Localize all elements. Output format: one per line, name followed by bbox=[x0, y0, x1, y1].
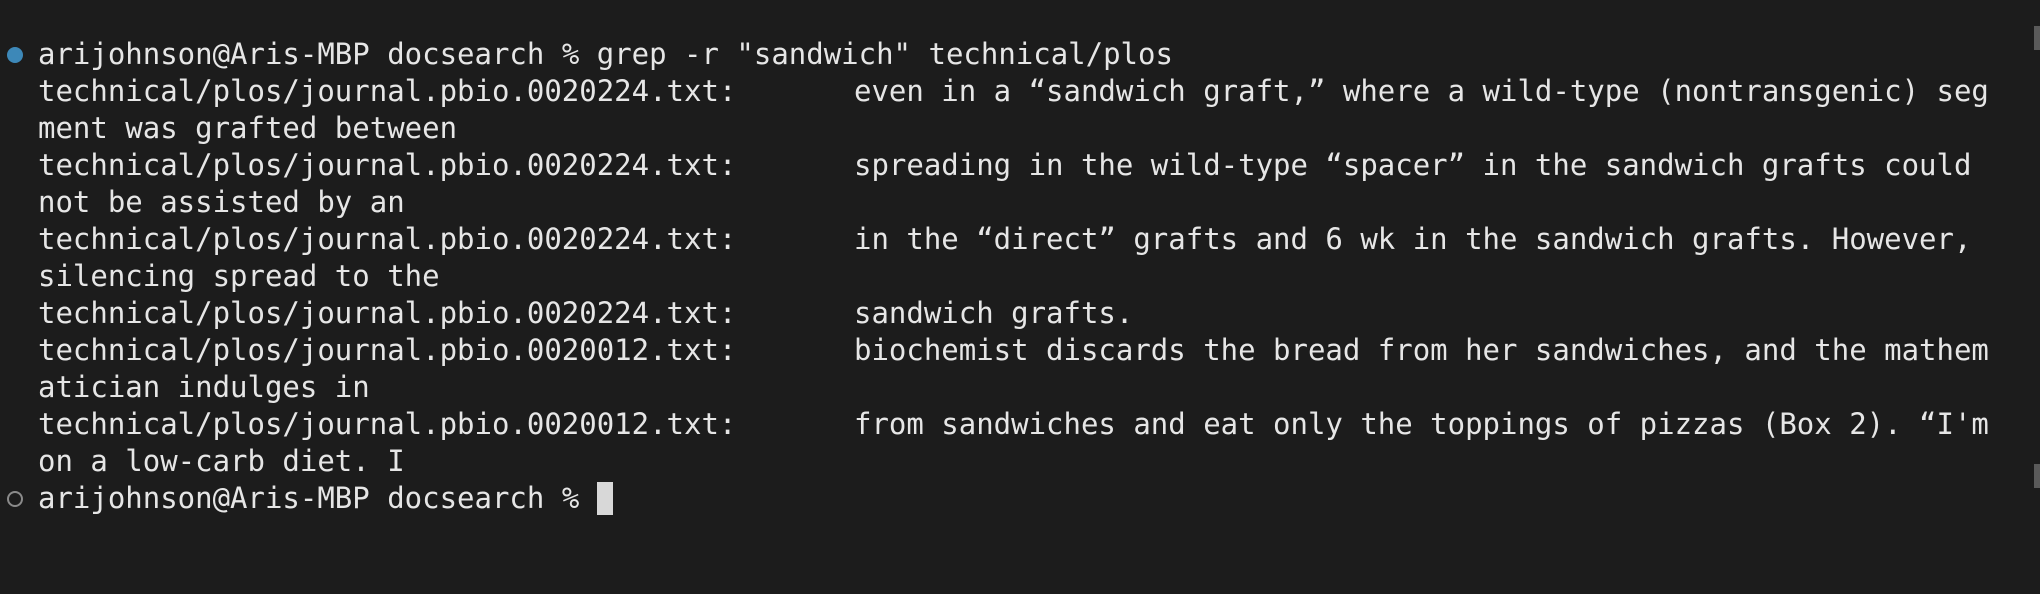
result-line: technical/plos/journal.pbio.0020224.txt:… bbox=[0, 221, 2040, 295]
prompt-symbol: % bbox=[561, 37, 580, 71]
result-line: technical/plos/journal.pbio.0020224.txt:… bbox=[0, 73, 2040, 147]
result-match: in the “direct” grafts and 6 wk in the s… bbox=[38, 222, 1989, 293]
result-match: from sandwiches and eat only the topping… bbox=[38, 407, 2007, 478]
result-match: even in a “sandwich graft,” where a wild… bbox=[38, 74, 1989, 145]
result-match: spreading in the wild-type “spacer” in t… bbox=[38, 148, 1989, 219]
result-line: technical/plos/journal.pbio.0020224.txt:… bbox=[0, 147, 2040, 221]
result-line: technical/plos/journal.pbio.0020012.txt:… bbox=[0, 406, 2040, 480]
result-match: biochemist discards the bread from her s… bbox=[38, 333, 1989, 404]
prompt-symbol: % bbox=[561, 481, 580, 515]
terminal-window[interactable]: arijohnson@Aris-MBP docsearch % grep -r … bbox=[0, 0, 2040, 594]
pending-command-marker-icon bbox=[7, 491, 23, 507]
result-line: technical/plos/journal.pbio.0020224.txt:… bbox=[0, 295, 2040, 332]
prompt-cwd: docsearch bbox=[387, 481, 545, 515]
prompt-cwd: docsearch bbox=[387, 37, 545, 71]
active-prompt-line[interactable]: arijohnson@Aris-MBP docsearch % bbox=[0, 480, 2040, 517]
active-prompt[interactable]: arijohnson@Aris-MBP docsearch % bbox=[38, 480, 613, 517]
text-cursor bbox=[596, 482, 613, 515]
scrollbar-top-mark[interactable] bbox=[2034, 26, 2040, 50]
command-line: arijohnson@Aris-MBP docsearch % grep -r … bbox=[0, 36, 2040, 73]
command-input: grep -r "sandwich" technical/plos bbox=[596, 37, 1173, 71]
prompt-user-host: arijohnson@Aris-MBP bbox=[38, 37, 370, 71]
command-success-marker-icon[interactable] bbox=[7, 47, 23, 63]
command-text: arijohnson@Aris-MBP docsearch % grep -r … bbox=[38, 36, 1173, 73]
scrollbar-bottom-mark[interactable] bbox=[2034, 464, 2040, 488]
result-match: sandwich grafts. bbox=[854, 296, 1134, 330]
result-line: technical/plos/journal.pbio.0020012.txt:… bbox=[0, 332, 2040, 406]
prompt-user-host: arijohnson@Aris-MBP bbox=[38, 481, 370, 515]
